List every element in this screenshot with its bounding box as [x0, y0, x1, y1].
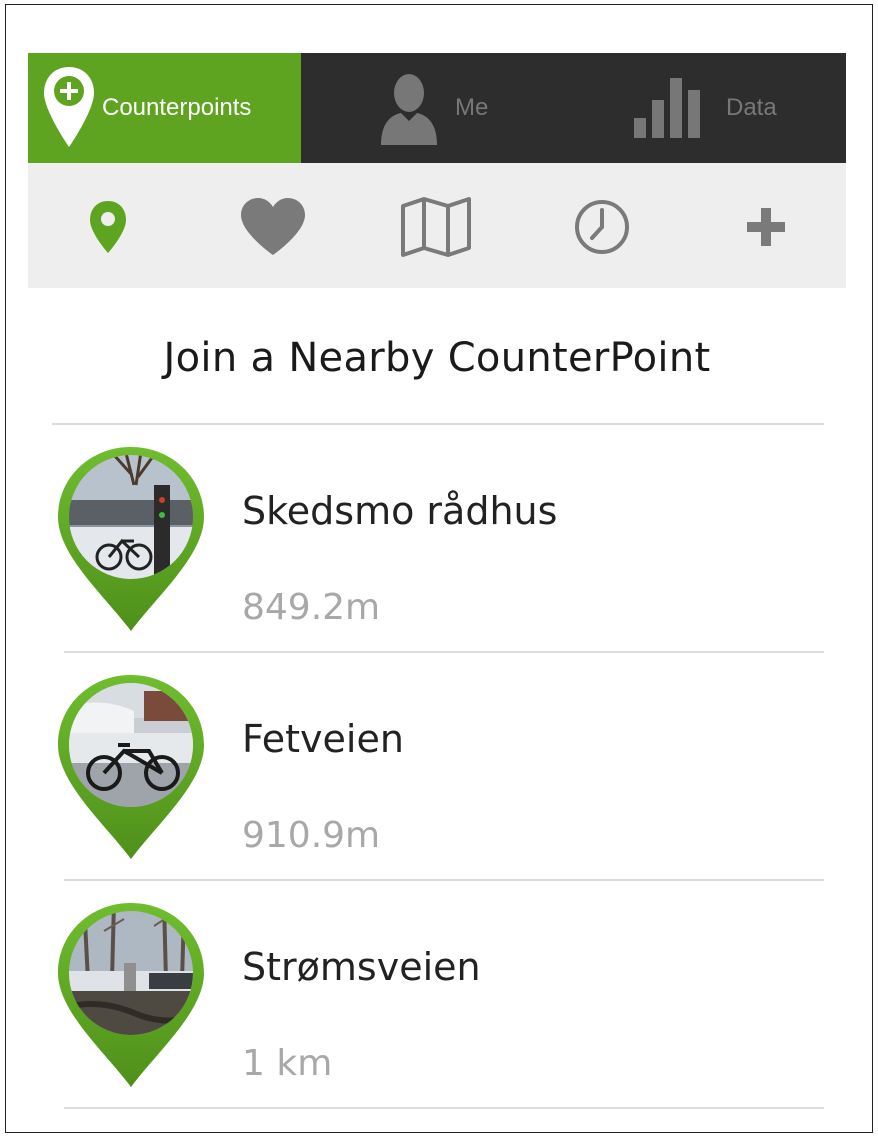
tab-me-label: Me — [455, 94, 489, 121]
divider — [52, 423, 824, 425]
app-screen: Counterpoints Me Data Join a Nearby Coun… — [28, 53, 846, 1123]
tab-me[interactable]: Me — [301, 53, 574, 163]
tab-data-label: Data — [726, 94, 777, 121]
counterpoint-distance: 1 km — [242, 1043, 333, 1084]
counterpoint-name: Skedsmo rådhus — [242, 489, 558, 533]
add-counterpoint-button[interactable] — [728, 189, 804, 265]
map-button[interactable] — [398, 189, 474, 265]
screenshot-frame: Counterpoints Me Data Join a Nearby Coun… — [5, 4, 873, 1133]
divider — [64, 1107, 824, 1109]
counterpoint-photo-pin — [54, 673, 208, 863]
bar-chart-icon — [634, 78, 704, 138]
counterpoint-row-fetveien[interactable]: Fetveien 910.9m — [28, 655, 846, 883]
tab-counterpoints[interactable]: Counterpoints — [28, 53, 301, 163]
nearby-button[interactable] — [70, 189, 146, 265]
counterpoint-row-skedsmo[interactable]: Skedsmo rådhus 849.2m — [28, 427, 846, 655]
history-button[interactable] — [564, 189, 640, 265]
trees-parking-photo — [58, 903, 204, 1087]
person-icon — [379, 71, 439, 145]
bike-counter-snow-photo — [58, 447, 204, 631]
favorites-button[interactable] — [235, 189, 311, 265]
divider — [64, 879, 824, 881]
clock-icon — [573, 198, 631, 256]
counterpoint-photo-pin — [54, 901, 208, 1091]
counterpoint-name: Strømsveien — [242, 945, 481, 989]
add-location-pin-icon — [42, 65, 96, 151]
bicycle-in-snow-photo — [58, 675, 204, 859]
location-pin-icon — [88, 199, 128, 255]
counterpoint-photo-pin — [54, 445, 208, 635]
heart-icon — [239, 197, 307, 257]
page-title: Join a Nearby CounterPoint — [163, 335, 711, 381]
top-tab-bar: Counterpoints Me Data — [28, 53, 846, 163]
tab-counterpoints-label: Counterpoints — [102, 94, 252, 121]
counterpoint-name: Fetveien — [242, 717, 404, 761]
sub-toolbar — [28, 163, 846, 288]
counterpoint-row-stromsveien[interactable]: Strømsveien 1 km — [28, 883, 846, 1111]
plus-icon — [745, 206, 787, 248]
map-icon — [400, 196, 472, 258]
divider — [64, 651, 824, 653]
tab-data[interactable]: Data — [574, 53, 846, 163]
counterpoint-distance: 849.2m — [242, 587, 381, 628]
counterpoint-distance: 910.9m — [242, 815, 381, 856]
